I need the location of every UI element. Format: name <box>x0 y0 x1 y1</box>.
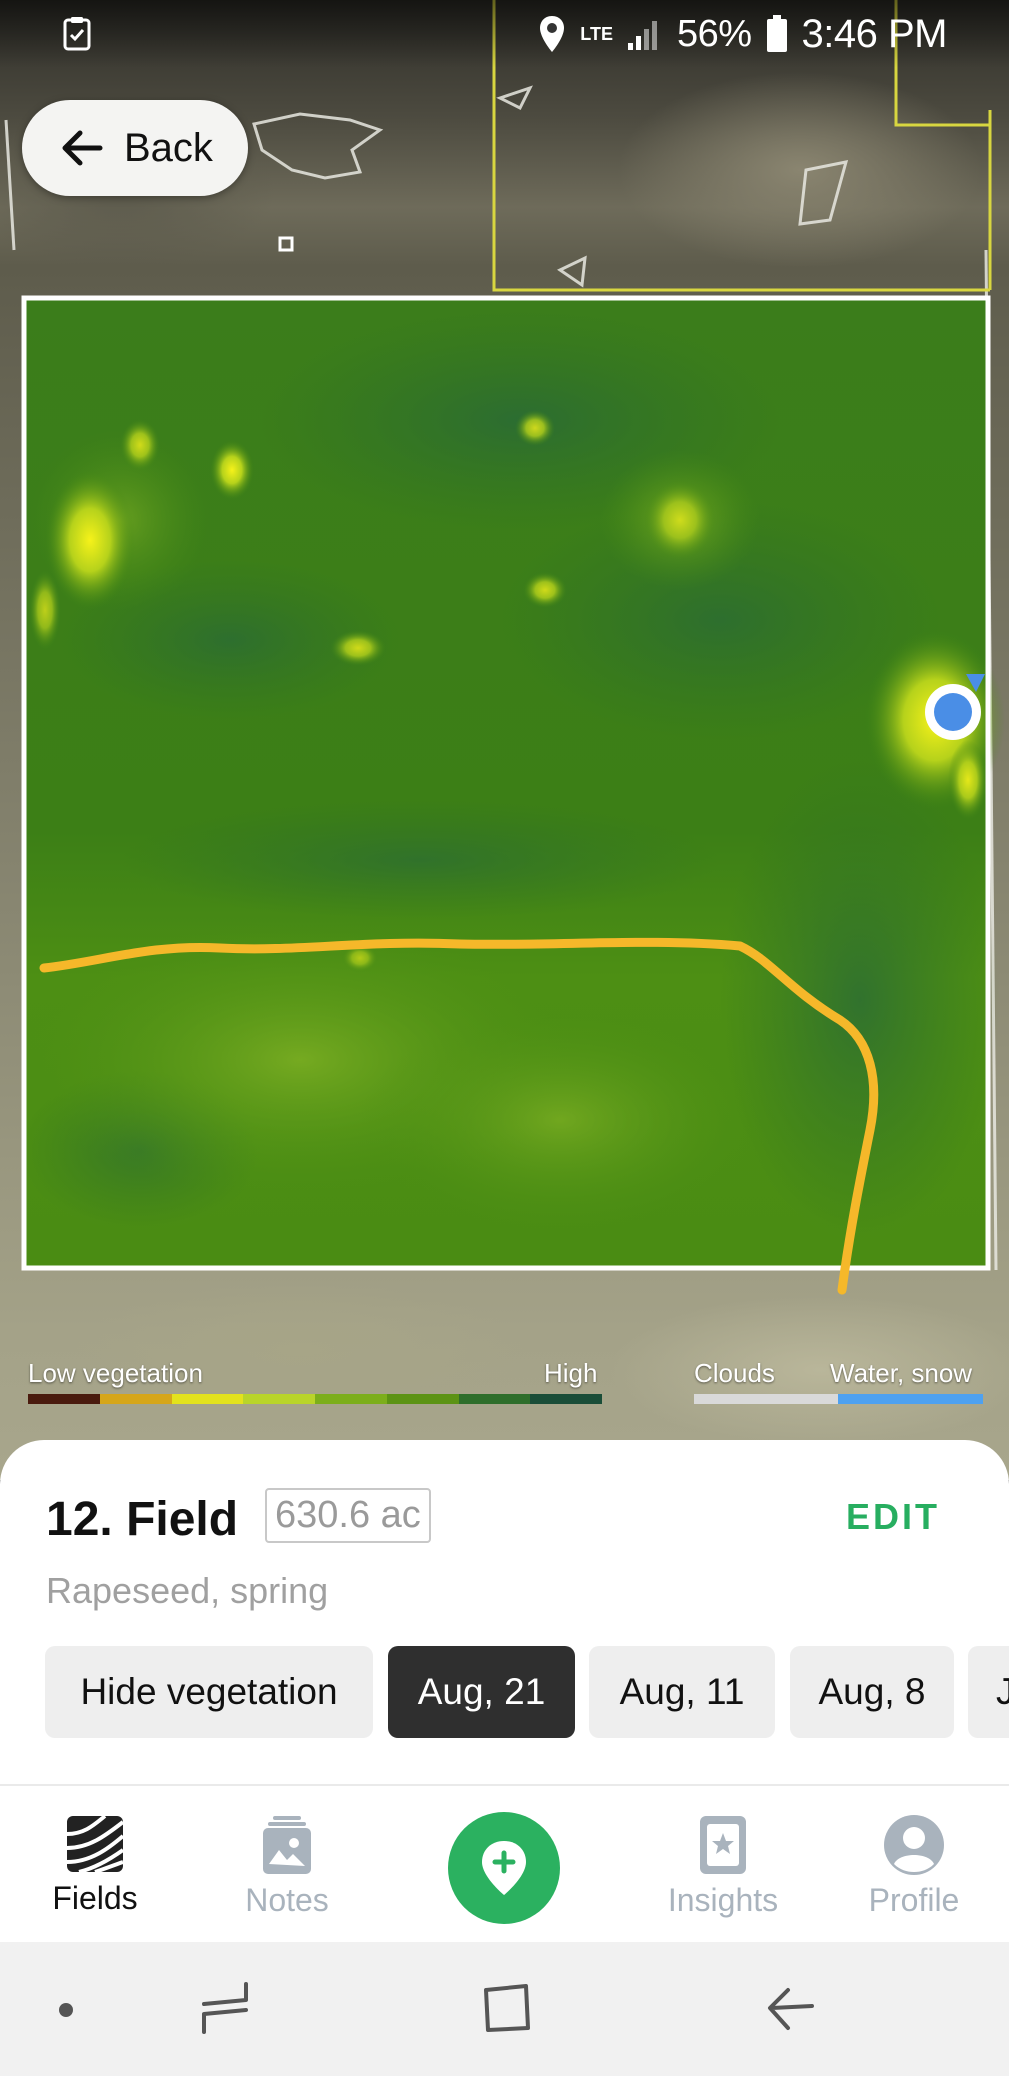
back-button[interactable]: Back <box>22 100 248 196</box>
map-view[interactable]: LTE 56% 3:46 PM Back Low vegetation High… <box>0 0 1009 1480</box>
add-note-button[interactable] <box>448 1812 560 1924</box>
add-location-icon <box>482 1841 526 1895</box>
legend-low-label: Low vegetation <box>28 1358 203 1388</box>
nav-insights-label: Insights <box>667 1882 779 1918</box>
system-navigation-bar <box>0 1942 1009 2076</box>
lte-label: LTE <box>580 24 613 44</box>
date-chip-aug-8[interactable]: Aug, 8 <box>790 1646 954 1738</box>
legend-water-label: Water, snow <box>830 1358 973 1388</box>
status-right-cluster: LTE 56% 3:46 PM <box>538 8 948 60</box>
clouds-color-swatch <box>694 1394 838 1404</box>
hide-vegetation-chip[interactable]: Hide vegetation <box>45 1646 373 1738</box>
notes-icon <box>263 1816 311 1874</box>
legend-high-label: High <box>544 1358 598 1388</box>
home-icon[interactable] <box>482 1982 532 2034</box>
back-nav-icon[interactable] <box>764 1982 816 2034</box>
nav-fields[interactable]: Fields <box>45 1814 145 1917</box>
insights-icon <box>700 1816 746 1874</box>
water-color-swatch <box>838 1394 983 1404</box>
edit-field-button[interactable]: EDIT <box>846 1496 940 1538</box>
battery-percent: 56% <box>676 12 752 55</box>
back-label: Back <box>124 125 213 170</box>
map-marker-small <box>278 236 294 252</box>
lte-indicator: LTE <box>580 24 613 44</box>
vegetation-scale-segment-1 <box>28 1394 100 1404</box>
bottom-navigation: Fields Notes Insights Profile <box>0 1784 1009 1942</box>
nav-insights[interactable]: Insights <box>658 1814 788 1919</box>
dot-indicator-icon <box>59 2003 73 2017</box>
fields-icon <box>66 1814 125 1874</box>
nav-notes-label: Notes <box>245 1882 329 1918</box>
battery-icon <box>766 15 788 53</box>
profile-icon <box>884 1815 944 1875</box>
vegetation-scale-segment-7 <box>458 1394 531 1404</box>
field-ndvi-overlay[interactable] <box>20 295 1005 1271</box>
vegetation-scale-segment-6 <box>386 1394 459 1404</box>
ndvi-legend: Low vegetation High Clouds Water, snow <box>28 1358 983 1408</box>
nav-profile-label: Profile <box>868 1882 960 1918</box>
vegetation-scale-segment-2 <box>99 1394 172 1404</box>
crop-label: Rapeseed, spring <box>46 1570 329 1611</box>
field-area-badge: 630.6 ac <box>265 1488 431 1543</box>
location-pin-icon <box>538 14 566 54</box>
vegetation-scale-segment-5 <box>315 1394 387 1404</box>
clipboard-check-icon <box>63 17 91 51</box>
recent-apps-icon[interactable] <box>200 1982 250 2034</box>
vegetation-color-scale <box>28 1394 602 1404</box>
date-chip-partial[interactable]: J <box>968 1646 1009 1738</box>
nav-notes[interactable]: Notes <box>232 1814 342 1919</box>
ndvi-map-canvas[interactable] <box>0 0 1009 1480</box>
vegetation-scale-segment-8 <box>530 1394 602 1404</box>
signal-strength-icon <box>627 17 663 51</box>
arrow-left-icon <box>62 130 103 166</box>
clock: 3:46 PM <box>801 11 948 56</box>
vegetation-scale-segment-3 <box>171 1394 244 1404</box>
date-chip-aug-11[interactable]: Aug, 11 <box>589 1646 775 1738</box>
vegetation-scale-segment-4 <box>243 1394 315 1404</box>
status-bar: LTE 56% 3:46 PM <box>0 0 1009 68</box>
legend-clouds-label: Clouds <box>694 1358 775 1388</box>
nav-profile[interactable]: Profile <box>858 1814 970 1919</box>
field-title: 12. Field <box>46 1493 239 1546</box>
nav-fields-label: Fields <box>52 1880 138 1916</box>
field-details-sheet: 12. Field 630.6 ac EDIT Rapeseed, spring… <box>0 1440 1009 1784</box>
date-chip-aug-21[interactable]: Aug, 21 <box>388 1646 575 1738</box>
